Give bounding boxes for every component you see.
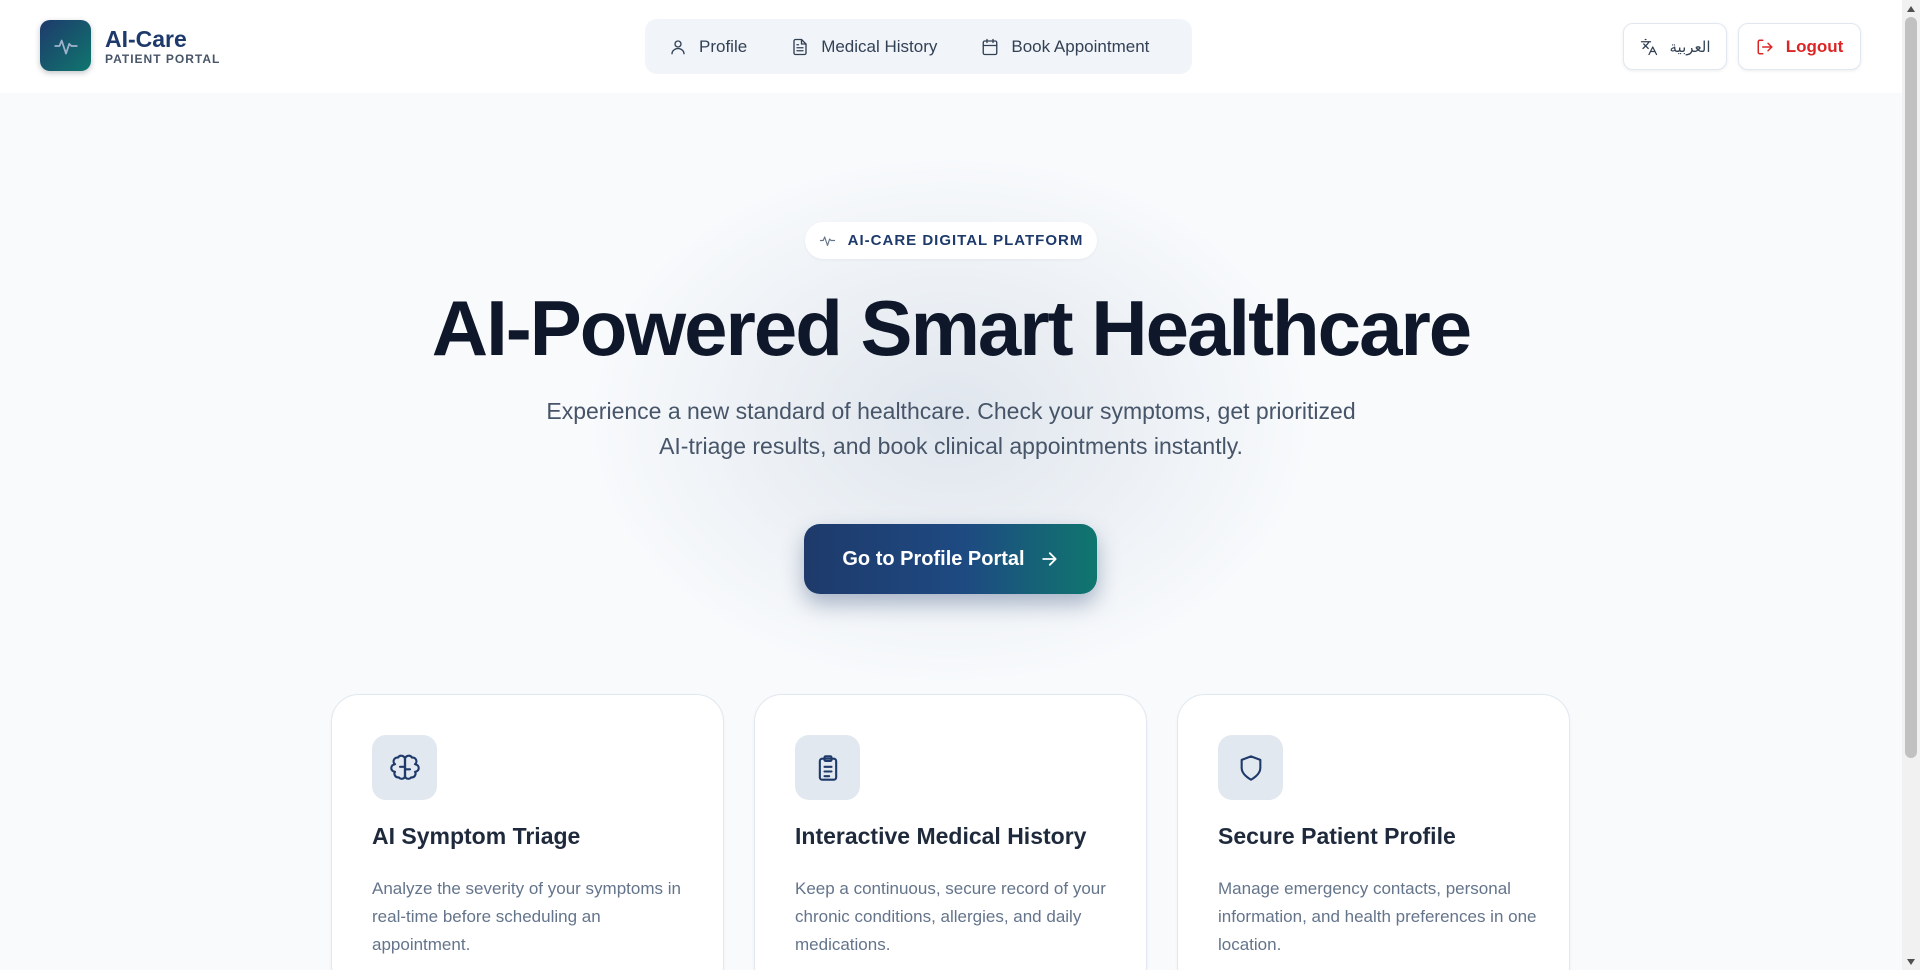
brand-text: AI-Care PATIENT PORTAL <box>105 26 220 66</box>
nav-label: Medical History <box>821 36 938 56</box>
scroll-up-arrow-icon[interactable] <box>1902 0 1920 17</box>
scrollbar-thumb[interactable] <box>1905 17 1917 758</box>
card-title: AI Symptom Triage <box>372 823 581 849</box>
nav-label: Profile <box>699 36 748 56</box>
brain-icon <box>372 735 437 800</box>
scroll-down-arrow-icon[interactable] <box>1902 953 1920 970</box>
hero-description: Experience a new standard of healthcare.… <box>546 398 1356 459</box>
top-header: AI-Care PATIENT PORTAL Profile Medical H… <box>0 0 1902 93</box>
nav-item-book-appointment[interactable]: Book Appointment <box>981 37 1149 57</box>
brand-name: AI-Care <box>105 25 187 52</box>
card-title: Secure Patient Profile <box>1218 823 1456 849</box>
translate-icon <box>1640 38 1657 55</box>
language-label: العربية <box>1669 38 1711 56</box>
nav-item-profile[interactable]: Profile <box>669 37 747 57</box>
badge-label: AI-CARE DIGITAL PLATFORM <box>847 232 1084 249</box>
cta-label: Go to Profile Portal <box>842 547 1025 570</box>
feature-card-triage: AI Symptom Triage Analyze the severity o… <box>331 694 724 970</box>
arrow-right-icon <box>1041 552 1057 566</box>
nav-label: Book Appointment <box>1011 36 1150 56</box>
feature-card-secure-profile: Secure Patient Profile Manage emergency … <box>1177 694 1570 970</box>
user-icon <box>671 39 685 54</box>
logout-button[interactable]: Logout <box>1738 23 1861 70</box>
card-description: Keep a continuous, secure record of your… <box>795 879 1106 954</box>
go-to-profile-portal-button[interactable]: Go to Profile Portal <box>804 524 1097 594</box>
main-nav: Profile Medical History Book Appointment <box>645 19 1192 74</box>
shield-icon <box>1218 735 1283 800</box>
brand[interactable]: AI-Care PATIENT PORTAL <box>40 20 220 71</box>
brand-subtitle: PATIENT PORTAL <box>105 51 221 66</box>
page: AI-Care PATIENT PORTAL Profile Medical H… <box>0 0 1902 970</box>
logout-icon <box>1757 39 1773 54</box>
language-toggle-button[interactable]: العربية <box>1623 23 1727 70</box>
hero-title: AI-Powered Smart Healthcare <box>431 284 1472 372</box>
calendar-icon <box>982 38 998 55</box>
heartbeat-icon <box>40 20 91 71</box>
feature-card-medical-history: Interactive Medical History Keep a conti… <box>754 694 1147 970</box>
card-description: Analyze the severity of your symptoms in… <box>372 879 681 954</box>
logout-label: Logout <box>1785 36 1844 56</box>
clipboard-icon <box>795 735 860 800</box>
nav-item-medical-history[interactable]: Medical History <box>791 37 937 57</box>
card-title: Interactive Medical History <box>795 823 1087 849</box>
heartbeat-icon <box>819 236 835 247</box>
document-icon <box>793 38 807 55</box>
card-description: Manage emergency contacts, personal info… <box>1218 879 1537 954</box>
platform-badge: AI-CARE DIGITAL PLATFORM <box>805 222 1097 259</box>
vertical-scrollbar[interactable] <box>1902 0 1920 970</box>
